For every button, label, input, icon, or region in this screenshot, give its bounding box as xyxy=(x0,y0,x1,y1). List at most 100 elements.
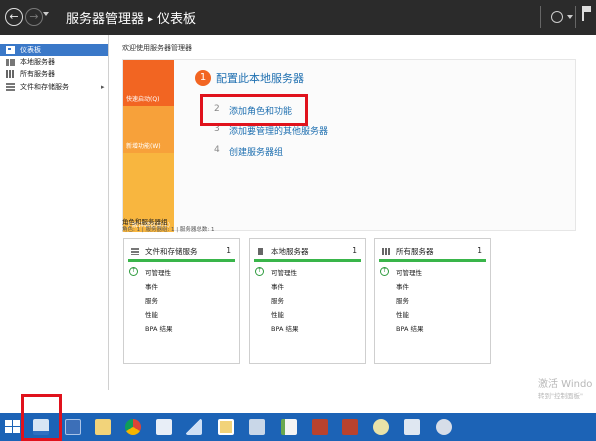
taskbar-package-1[interactable] xyxy=(308,416,332,438)
card-row-events[interactable]: 事件 xyxy=(396,281,409,291)
forward-arrow-icon[interactable]: → xyxy=(25,8,43,26)
monitor-tool-icon xyxy=(404,419,420,435)
file-storage-icon xyxy=(6,83,15,91)
sidebar-item-all-servers[interactable]: 所有服务器 xyxy=(0,68,108,80)
status-ok-icon: ↑ xyxy=(380,267,389,276)
notepad-icon xyxy=(281,419,297,435)
taskbar-notepad[interactable] xyxy=(277,416,301,438)
card-count: 1 xyxy=(352,246,357,255)
sidebar-item-label: 所有服务器 xyxy=(20,70,55,78)
refresh-icon[interactable] xyxy=(551,11,563,23)
chrome-icon xyxy=(125,419,141,435)
role-card-all-servers[interactable]: 所有服务器 1 ↑ 可管理性 事件 服务 性能 BPA 结果 xyxy=(374,238,491,364)
file-storage-icon xyxy=(131,248,139,255)
card-title: 文件和存储服务 xyxy=(145,247,198,256)
card-count: 1 xyxy=(477,246,482,255)
sidebar-item-label: 仪表板 xyxy=(20,46,41,54)
configure-local-server-link[interactable]: 配置此本地服务器 xyxy=(216,70,304,86)
chevron-right-icon[interactable]: ▸ xyxy=(101,81,105,93)
all-servers-icon xyxy=(6,70,15,78)
tile-label: 新增功能(W) xyxy=(126,143,161,150)
activation-watermark-hint: 转到"控制面板" xyxy=(538,392,583,400)
taskbar-settings[interactable] xyxy=(432,416,456,438)
settings-icon xyxy=(436,419,452,435)
sidebar-item-label: 本地服务器 xyxy=(20,58,55,66)
card-row-manageability[interactable]: 可管理性 xyxy=(145,267,171,277)
sidebar-item-local-server[interactable]: 本地服务器 xyxy=(0,56,108,68)
taskbar xyxy=(0,413,596,441)
remote-desktop-icon xyxy=(156,419,172,435)
roles-summary: 角色: 1 | 服务器组: 1 | 服务器总数: 1 xyxy=(122,227,215,233)
card-row-bpa[interactable]: BPA 结果 xyxy=(271,323,298,333)
dashboard-icon xyxy=(6,46,15,54)
card-row-bpa[interactable]: BPA 结果 xyxy=(396,323,423,333)
notification-flag-head[interactable] xyxy=(584,6,591,12)
status-ok-icon: ↑ xyxy=(129,267,138,276)
card-row-services[interactable]: 服务 xyxy=(396,295,409,305)
card-title: 所有服务器 xyxy=(396,247,434,256)
package-icon xyxy=(312,419,328,435)
status-bar xyxy=(254,259,361,262)
quick-start-panel: 快速启动(Q) 新增功能(W) 了解详细信息(L) 1 配置此本地服务器 2 添… xyxy=(122,59,576,232)
card-row-performance[interactable]: 性能 xyxy=(271,309,284,319)
card-row-bpa[interactable]: BPA 结果 xyxy=(145,323,172,333)
local-server-icon xyxy=(258,248,263,255)
card-row-performance[interactable]: 性能 xyxy=(396,309,409,319)
breadcrumb-separator: ▸ xyxy=(148,14,154,25)
card-row-services[interactable]: 服务 xyxy=(271,295,284,305)
taskbar-globe-tool[interactable] xyxy=(369,416,393,438)
tile-whats-new[interactable]: 新增功能(W) xyxy=(123,106,174,153)
windows-start-icon[interactable] xyxy=(5,420,21,435)
welcome-heading: 欢迎使用服务器管理器 xyxy=(122,44,192,52)
taskbar-file-explorer[interactable] xyxy=(91,416,115,438)
breadcrumb-app: 服务器管理器 xyxy=(66,12,145,27)
step-number: 4 xyxy=(214,145,220,155)
all-servers-icon xyxy=(382,248,390,255)
history-dropdown-icon[interactable] xyxy=(43,12,49,16)
taskbar-package-2[interactable] xyxy=(338,416,362,438)
taskbar-chrome[interactable] xyxy=(121,416,145,438)
card-row-events[interactable]: 事件 xyxy=(145,281,158,291)
network-tool-icon xyxy=(249,419,265,435)
role-card-local-server[interactable]: 本地服务器 1 ↑ 可管理性 事件 服务 性能 BPA 结果 xyxy=(249,238,366,364)
highlight-box-add-roles xyxy=(200,94,308,126)
card-row-performance[interactable]: 性能 xyxy=(145,309,158,319)
local-server-icon xyxy=(6,59,15,66)
tile-label: 快速启动(Q) xyxy=(126,96,160,103)
tile-quick-start[interactable]: 快速启动(Q) xyxy=(123,60,174,106)
sidebar-item-label: 文件和存储服务 xyxy=(20,83,69,91)
status-bar xyxy=(128,259,235,262)
breadcrumb-current: 仪表板 xyxy=(157,12,197,27)
taskbar-ship-app[interactable] xyxy=(182,416,206,438)
taskbar-search-tool[interactable] xyxy=(214,416,238,438)
refresh-dropdown-icon[interactable] xyxy=(567,15,573,19)
breadcrumb: 服务器管理器 ▸ 仪表板 xyxy=(66,8,196,27)
ship-icon xyxy=(186,419,202,435)
card-row-manageability[interactable]: 可管理性 xyxy=(271,267,297,277)
dashboard-main: 欢迎使用服务器管理器 快速启动(Q) 新增功能(W) 了解详细信息(L) 1 配… xyxy=(110,35,596,400)
activation-watermark-title: 激活 Windo xyxy=(538,379,593,390)
card-row-services[interactable]: 服务 xyxy=(145,295,158,305)
powershell-icon xyxy=(65,419,81,435)
status-ok-icon: ↑ xyxy=(255,267,264,276)
role-card-file-storage[interactable]: 文件和存储服务 1 ↑ 可管理性 事件 服务 性能 BPA 结果 xyxy=(123,238,240,364)
sidebar-item-dashboard[interactable]: 仪表板 xyxy=(0,44,108,56)
sidebar-item-file-storage[interactable]: 文件和存储服务 ▸ xyxy=(0,81,108,93)
card-title: 本地服务器 xyxy=(271,247,309,256)
taskbar-monitor-tool[interactable] xyxy=(400,416,424,438)
step-number-badge: 1 xyxy=(195,70,211,86)
status-bar xyxy=(379,259,486,262)
sidebar: 仪表板 本地服务器 所有服务器 文件和存储服务 ▸ xyxy=(0,35,109,390)
taskbar-powershell[interactable] xyxy=(61,416,85,438)
taskbar-remote-desktop[interactable] xyxy=(152,416,176,438)
back-arrow-icon[interactable]: ← xyxy=(5,8,23,26)
toolbar-divider xyxy=(575,6,576,28)
card-row-manageability[interactable]: 可管理性 xyxy=(396,267,422,277)
title-bar: ← → 服务器管理器 ▸ 仪表板 xyxy=(0,0,596,35)
file-explorer-icon xyxy=(95,419,111,435)
globe-tool-icon xyxy=(373,419,389,435)
create-server-group-link[interactable]: 创建服务器组 xyxy=(229,145,283,158)
taskbar-network-tool[interactable] xyxy=(245,416,269,438)
card-row-events[interactable]: 事件 xyxy=(271,281,284,291)
toolbar-divider xyxy=(540,6,541,28)
